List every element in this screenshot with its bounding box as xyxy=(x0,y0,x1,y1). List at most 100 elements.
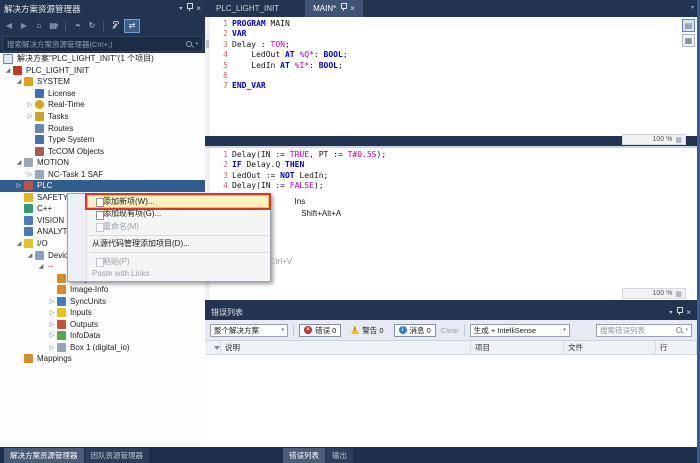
dock-tab[interactable]: 团队资源管理器 xyxy=(84,448,149,463)
collapse-expander-icon[interactable]: ◢ xyxy=(14,240,24,247)
messages-toggle-button[interactable]: i 消息 0 xyxy=(393,323,436,337)
tree-item-inputs[interactable]: ▷ Inputs xyxy=(0,307,205,319)
tree-item-infodata[interactable]: ▷ InfoData xyxy=(0,330,205,342)
image-icon xyxy=(57,273,66,283)
tree-item-tasks[interactable]: ▷ Tasks xyxy=(0,111,205,123)
collapse-expander-icon[interactable]: ◢ xyxy=(14,78,24,85)
document-tab-plc-light-init[interactable]: PLC_LIGHT_INIT xyxy=(208,0,305,17)
toolbar-separator xyxy=(293,324,294,336)
back-icon[interactable]: ◀ xyxy=(3,20,15,32)
menu-item-d[interactable]: 从源代码管理添加项目(D)... xyxy=(68,238,270,251)
tree-item-nc-task-1-saf[interactable]: ▷ NC-Task 1 SAF xyxy=(0,168,205,180)
dock-tab[interactable]: 解决方案资源管理器 xyxy=(4,448,84,463)
expand-expander-icon[interactable]: ▷ xyxy=(47,298,57,305)
collapse-expander-icon[interactable]: ◢ xyxy=(3,67,13,74)
column-header-2[interactable]: 项目 xyxy=(471,341,564,354)
collapse-expander-icon[interactable]: ◢ xyxy=(14,159,24,166)
sync-icon[interactable]: ↻ xyxy=(86,20,98,32)
error-search-input[interactable]: 搜索错误列表 ▾ xyxy=(596,323,692,337)
tree-item-outputs[interactable]: ▷ Outputs xyxy=(0,319,205,331)
tree-item-label: Outputs xyxy=(70,319,99,329)
toolbar-separator xyxy=(65,20,66,31)
expand-expander-icon[interactable]: ▷ xyxy=(25,101,35,108)
close-icon[interactable]: × xyxy=(686,308,691,318)
tree-item-system[interactable]: ◢ SYSTEM xyxy=(0,76,205,88)
column-header-3[interactable]: 文件 xyxy=(564,341,656,354)
forward-icon[interactable]: ▶ xyxy=(18,20,30,32)
tree-item-license[interactable]: License xyxy=(0,88,205,100)
expand-expander-icon[interactable]: ▷ xyxy=(47,332,57,339)
collapse-all-icon[interactable]: ▤ ▾ xyxy=(48,20,60,32)
tree-item-label: PLC_LIGHT_INIT xyxy=(26,65,90,75)
expand-expander-icon[interactable]: ▷ xyxy=(47,344,57,351)
expand-expander-icon[interactable]: ▷ xyxy=(47,309,57,316)
tabular-view-toggle-icon[interactable]: ▦ xyxy=(682,34,695,47)
pin-icon[interactable] xyxy=(340,3,348,14)
tasks-icon xyxy=(35,112,44,121)
clear-button[interactable]: Clear xyxy=(441,326,459,335)
filter-dropdown[interactable]: 生成 + IntelliSense ▾ xyxy=(469,323,570,337)
solution-search-input[interactable]: 搜索解决方案资源管理器(Ctrl+;) ▾ xyxy=(2,36,203,52)
column-header-1[interactable]: 说明 xyxy=(221,341,471,354)
tree-item-motion[interactable]: ◢ MOTION xyxy=(0,157,205,169)
sync-with-active-document-icon[interactable]: ⇄ xyxy=(124,18,140,33)
tree-item-routes[interactable]: Routes xyxy=(0,122,205,134)
declaration-editor[interactable]: 1 PROGRAM MAIN 2 VAR 3 Delay : TON; 4 LedOut A… xyxy=(205,17,697,136)
window-position-caret-icon[interactable]: ▾ xyxy=(179,4,182,14)
document-well-caret-icon[interactable]: ▾ xyxy=(691,4,694,11)
column-header-4[interactable]: 行 xyxy=(656,341,697,354)
close-icon[interactable]: × xyxy=(196,4,201,14)
search-caret-icon[interactable]: ▾ xyxy=(195,41,198,47)
declaration-zoom-control[interactable]: 100 % ▦ xyxy=(622,134,686,145)
expand-expander-icon[interactable]: ▷ xyxy=(47,321,57,328)
error-list-toolbar: 整个解决方案 ▾ × 错误 0 ! 警告 0 i 消息 0 Clear 生成 + … xyxy=(205,320,697,341)
document-tab-main[interactable]: MAIN* × xyxy=(305,0,363,17)
pending-changes-filter-icon[interactable]: ◔ ▾ xyxy=(71,20,83,32)
implementation-editor[interactable]: 1 Delay(IN := TRUE, PT := T#0.5S); 2 IF Del… xyxy=(205,148,697,300)
dock-tab[interactable]: 输出 xyxy=(326,448,353,463)
nc-task-icon xyxy=(35,169,44,179)
dock-tab[interactable]: 错误列表 xyxy=(283,448,325,463)
textual-view-toggle-icon[interactable]: ▤ xyxy=(682,19,695,32)
home-icon[interactable]: ⌂ xyxy=(33,20,45,32)
collapse-expander-icon[interactable]: ◢ xyxy=(36,263,46,270)
error-list-body[interactable] xyxy=(205,355,697,447)
tree-item-type-system[interactable]: Type System xyxy=(0,134,205,146)
tree-item-plc-light-init-1[interactable]: 解决方案"PLC_LIGHT_INIT"(1 个项目) xyxy=(0,53,205,65)
line-number: 7 xyxy=(223,81,228,91)
scope-dropdown[interactable]: 整个解决方案 ▾ xyxy=(210,323,288,337)
tree-item-syncunits[interactable]: ▷ SyncUnits xyxy=(0,295,205,307)
io-icon xyxy=(24,239,33,249)
error-list-titlebar: 错误列表 ▾ × xyxy=(205,305,697,320)
error-list-panel: 错误列表 ▾ × 整个解决方案 ▾ × 错误 0 ! 警告 0 i 消息 0 C… xyxy=(205,305,697,447)
tree-item-plc-light-init[interactable]: ◢ PLC_LIGHT_INIT xyxy=(0,65,205,77)
tree-item-image-info[interactable]: Image-Info xyxy=(0,284,205,296)
warnings-toggle-button[interactable]: ! 警告 0 xyxy=(346,324,388,337)
close-icon[interactable]: × xyxy=(350,4,355,13)
tree-item-mappings[interactable]: Mappings xyxy=(0,353,205,365)
tree-item-label: InfoData xyxy=(70,331,101,341)
tree-item-plc[interactable]: ▷ PLC xyxy=(0,180,205,192)
line-number: 4 xyxy=(223,181,228,191)
properties-icon[interactable] xyxy=(109,20,121,32)
menu-item-w[interactable]: * 添加新项(W)... Ins xyxy=(68,193,305,210)
tree-item-tccom-objects[interactable]: TcCOM Objects xyxy=(0,145,205,157)
pin-icon[interactable] xyxy=(676,306,684,319)
window-position-caret-icon[interactable]: ▾ xyxy=(669,308,672,318)
severity-column[interactable] xyxy=(205,341,221,354)
message-icon: i xyxy=(398,326,407,334)
expand-expander-icon[interactable]: ▷ xyxy=(14,182,24,189)
line-number: 1 xyxy=(223,19,228,28)
collapse-expander-icon[interactable]: ◢ xyxy=(25,252,35,259)
tree-item-box-1-digital-io[interactable]: ▷ Box 1 (digital_io) xyxy=(0,342,205,354)
pin-icon[interactable] xyxy=(186,2,194,15)
tree-item-label: I/O xyxy=(37,239,48,249)
expand-expander-icon[interactable]: ▷ xyxy=(25,113,35,120)
tree-item-real-time[interactable]: ▷ Real-Time xyxy=(0,99,205,111)
line-number: 4 xyxy=(223,50,228,60)
expand-expander-icon[interactable]: ▷ xyxy=(25,171,35,178)
tree-item-label: NC-Task 1 SAF xyxy=(48,169,104,179)
errors-toggle-button[interactable]: × 错误 0 xyxy=(299,323,342,337)
implementation-zoom-control[interactable]: 100 % ▦ xyxy=(622,288,686,299)
search-caret-icon[interactable]: ▾ xyxy=(685,327,688,333)
